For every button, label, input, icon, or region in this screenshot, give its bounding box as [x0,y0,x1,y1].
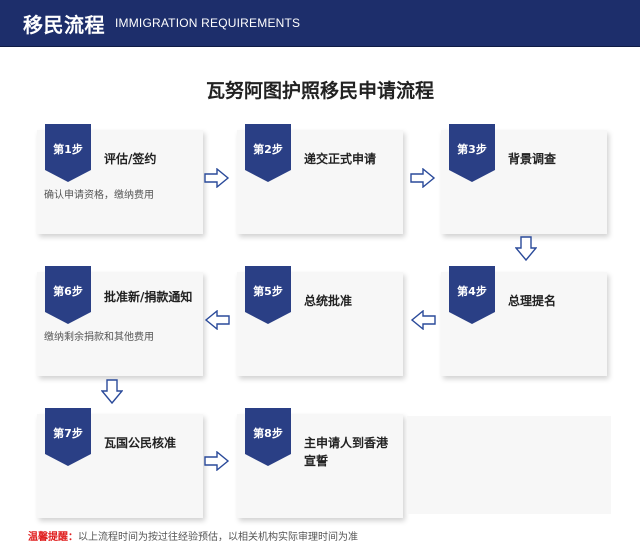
warning-label: 温馨提醒： [28,532,78,543]
step-badge-label: 第5步 [253,285,283,298]
arrow-down-icon [101,379,123,405]
step-badge: 第7步 [45,408,91,466]
step-badge: 第5步 [245,266,291,324]
step-badge: 第1步 [45,124,91,182]
step-card-3: 第3步 背景调查 [441,124,607,234]
footer-note: 温馨提醒：以上流程时间为按过往经验预估，以相关机构实际审理时间为准 [28,528,358,543]
arrow-right-icon [204,451,230,471]
step-badge: 第8步 [245,408,291,466]
step-badge: 第3步 [449,124,495,182]
empty-panel [407,416,611,514]
step-badge-label: 第8步 [253,427,283,440]
step-badge-label: 第4步 [457,285,487,298]
step-title: 总理提名 [508,294,557,308]
step-card-8: 第8步 主申请人到香港宣誓 [237,408,403,518]
step-title: 背景调查 [508,152,557,166]
step-badge: 第2步 [245,124,291,182]
step-badge-label: 第2步 [253,143,283,156]
step-badge: 第4步 [449,266,495,324]
step-badge-label: 第6步 [53,285,83,298]
header-title: 移民流程 [23,12,105,37]
step-badge-label: 第7步 [53,427,83,440]
step-badge: 第6步 [45,266,91,324]
arrow-down-icon [515,236,537,262]
step-card-5: 第5步 总统批准 [237,266,403,376]
step-title: 主申请人到香港宣誓 [304,436,389,468]
step-card-2: 第2步 递交正式申请 [237,124,403,234]
step-badge-label: 第3步 [457,143,487,156]
step-description: 缴纳剩余捐款和其他费用 [44,332,154,343]
page-header: 移民流程 IMMIGRATION REQUIREMENTS [0,0,640,47]
step-title: 评估/签约 [104,152,157,166]
step-card-1: 第1步 评估/签约 确认申请资格，缴纳费用 [37,124,203,234]
page-title: 瓦努阿图护照移民申请流程 [205,80,434,102]
footer-note-text: 以上流程时间为按过往经验预估，以相关机构实际审理时间为准 [78,532,358,543]
step-card-6: 第6步 批准新/捐款通知 缴纳剩余捐款和其他费用 [37,266,203,376]
step-card-7: 第7步 瓦国公民核准 [37,408,203,518]
step-title: 批准新/捐款通知 [104,290,193,304]
step-badge-label: 第1步 [53,143,83,156]
arrow-right-icon [410,168,436,188]
step-title: 总统批准 [304,294,353,308]
step-title: 递交正式申请 [304,152,377,166]
header-subtitle: IMMIGRATION REQUIREMENTS [115,16,301,30]
arrow-left-icon [204,310,230,330]
step-description: 确认申请资格，缴纳费用 [44,190,154,201]
arrow-left-icon [410,310,436,330]
arrow-right-icon [204,168,230,188]
step-title: 瓦国公民核准 [104,436,177,450]
step-card-4: 第4步 总理提名 [441,266,607,376]
